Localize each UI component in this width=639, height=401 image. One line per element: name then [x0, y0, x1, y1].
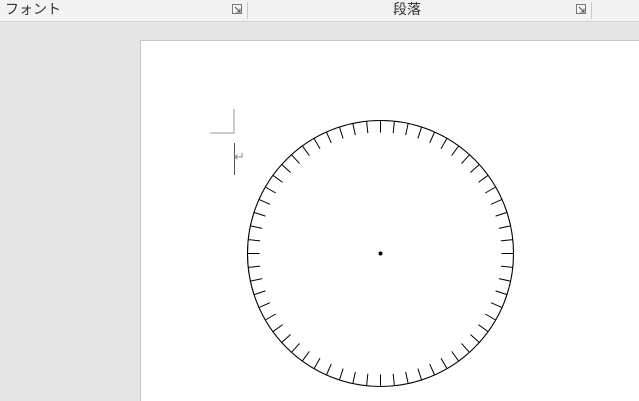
- dial-tick: [352, 371, 356, 384]
- dial-tick: [495, 211, 508, 217]
- dial-tick: [338, 126, 344, 139]
- dial-tick: [490, 302, 503, 309]
- dial-tick: [495, 290, 508, 296]
- dial-tick: [291, 343, 300, 353]
- dial-tick: [417, 126, 423, 139]
- dial-tick: [451, 145, 460, 156]
- dial-tick: [405, 123, 409, 136]
- dial-tick: [253, 290, 266, 296]
- paragraph-group-label: 段落: [393, 2, 421, 18]
- dial-tick: [490, 198, 503, 205]
- dial-tick: [313, 138, 321, 149]
- dial-tick: [405, 371, 409, 384]
- dial-tick: [485, 313, 496, 321]
- dial-center-dot: [378, 251, 383, 256]
- dial-tick: [429, 363, 436, 376]
- dial-tick: [366, 373, 369, 386]
- dial-tick: [451, 351, 460, 362]
- dial-tick: [417, 368, 423, 381]
- clock-dial-drawing[interactable]: [246, 119, 515, 388]
- paragraph-dialog-launcher-icon[interactable]: [576, 4, 586, 14]
- dial-tick: [485, 186, 496, 194]
- dial-tick: [258, 302, 271, 309]
- dial-tick: [325, 131, 332, 144]
- dial-tick: [500, 265, 513, 268]
- dial-tick: [478, 174, 489, 183]
- dial-tick: [248, 239, 261, 242]
- dial-tick: [366, 121, 369, 134]
- dial-tick: [470, 334, 480, 343]
- dial-tick: [272, 174, 283, 183]
- dial-tick: [258, 198, 271, 205]
- dial-tick: [440, 138, 448, 149]
- dial-tick: [272, 324, 283, 333]
- paragraph-mark: ↵: [234, 150, 245, 165]
- font-group-label: フォント: [5, 2, 61, 18]
- ribbon-group-labels-bar: フォント 段落: [0, 0, 639, 22]
- dial-tick: [338, 368, 344, 381]
- dial-tick: [291, 154, 300, 164]
- dial-tick: [461, 154, 470, 164]
- dial-tick: [440, 358, 448, 369]
- dial-tick: [301, 351, 310, 362]
- dial-tick: [461, 343, 470, 353]
- dial-tick: [265, 313, 276, 321]
- dial-tick: [265, 186, 276, 194]
- font-dialog-launcher-icon[interactable]: [232, 4, 242, 14]
- document-page[interactable]: ↵: [140, 40, 639, 401]
- dial-tick: [250, 278, 263, 282]
- dial-tick: [392, 121, 395, 134]
- dial-tick: [392, 373, 395, 386]
- page-canvas: [210, 109, 515, 388]
- dial-tick: [470, 164, 480, 173]
- dial-tick: [500, 239, 513, 242]
- dial-tick: [352, 123, 356, 136]
- dial-tick: [325, 363, 332, 376]
- dial-tick: [498, 225, 511, 229]
- dial-tick: [281, 334, 291, 343]
- dial-tick: [429, 131, 436, 144]
- margin-corner-mark: [210, 109, 235, 134]
- dial-tick: [250, 225, 263, 229]
- dial-tick: [253, 211, 266, 217]
- dial-tick: [313, 358, 321, 369]
- dial-tick: [301, 145, 310, 156]
- dial-tick: [478, 324, 489, 333]
- dial-tick: [498, 278, 511, 282]
- ribbon-group-divider: [247, 2, 248, 19]
- dial-tick: [281, 164, 291, 173]
- dial-tick: [248, 265, 261, 268]
- ribbon-group-divider: [591, 2, 592, 19]
